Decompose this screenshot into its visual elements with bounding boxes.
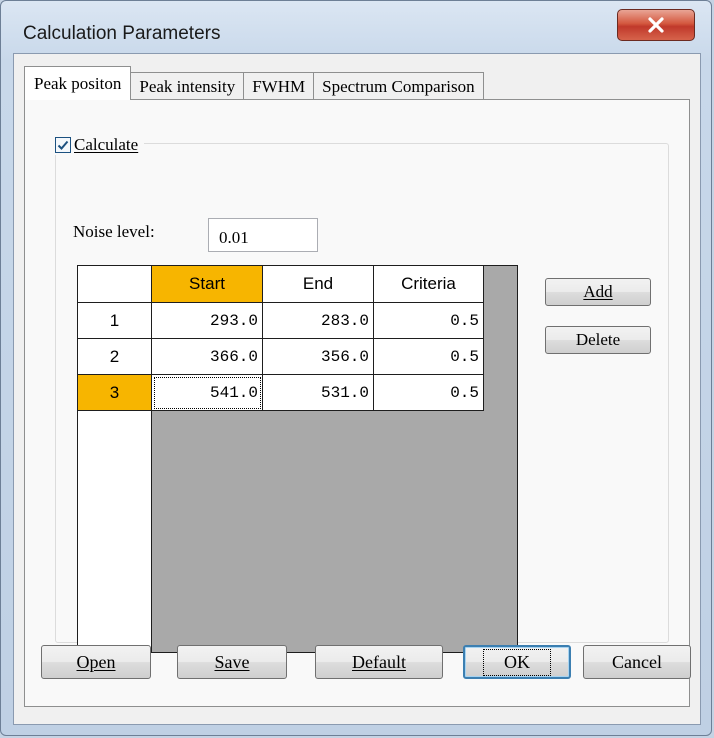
open-button-label: Open	[76, 651, 116, 672]
add-button-label: Add	[583, 282, 613, 301]
column-header-criteria[interactable]: Criteria	[374, 266, 484, 303]
tab-spectrum-comparison[interactable]: Spectrum Comparison	[313, 72, 484, 100]
close-button[interactable]	[617, 9, 695, 41]
table-cell-criteria[interactable]: 0.5	[374, 339, 484, 375]
default-button[interactable]: Default	[315, 645, 443, 679]
table-corner-cell[interactable]	[78, 266, 152, 303]
noise-level-label: Noise level:	[73, 222, 155, 241]
row-header-selected[interactable]: 3	[78, 375, 152, 411]
table-cell-criteria[interactable]: 0.5	[374, 375, 484, 411]
table-cell-end[interactable]: 283.0	[263, 303, 374, 339]
calculate-checkbox[interactable]	[55, 137, 71, 153]
row-header[interactable]: 1	[78, 303, 152, 339]
peak-position-panel: Calculate Noise level: Start End Criteri…	[24, 99, 690, 707]
ok-button[interactable]: OK	[463, 645, 571, 679]
row-header[interactable]: 2	[78, 339, 152, 375]
cancel-button-label: Cancel	[612, 651, 662, 672]
tab-peak-position[interactable]: Peak positon	[24, 66, 132, 100]
table-cell-start-focused[interactable]: 541.0	[152, 375, 263, 411]
delete-button-label: Delete	[575, 330, 621, 349]
window-title: Calculation Parameters	[23, 23, 221, 44]
row-header-empty-area	[78, 411, 152, 652]
save-button[interactable]: Save	[177, 645, 287, 679]
table-cell-start[interactable]: 293.0	[152, 303, 263, 339]
table-cell-end[interactable]: 356.0	[263, 339, 374, 375]
column-header-end[interactable]: End	[263, 266, 374, 303]
table-cell-end[interactable]: 531.0	[263, 375, 374, 411]
dialog-client-area: Peak positon Peak intensity FWHM Spectru…	[13, 53, 701, 725]
default-button-label: Default	[352, 651, 406, 672]
noise-level-input[interactable]	[208, 218, 318, 252]
calculate-label: Calculate	[74, 135, 139, 154]
tab-peak-intensity[interactable]: Peak intensity	[130, 72, 245, 100]
close-icon	[648, 17, 664, 33]
ok-button-label: OK	[483, 648, 551, 676]
noise-level-row: Noise level:	[73, 222, 155, 242]
tab-strip: Peak positon Peak intensity FWHM Spectru…	[24, 66, 484, 100]
add-button[interactable]: Add	[545, 278, 651, 306]
calculate-row[interactable]: Calculate	[55, 135, 145, 155]
title-bar[interactable]: Calculation Parameters	[1, 1, 711, 51]
cancel-button[interactable]: Cancel	[583, 645, 691, 679]
delete-button[interactable]: Delete	[545, 326, 651, 354]
peak-range-table: Start End Criteria 1 293.0 283.0 0.5 2 3…	[77, 265, 518, 653]
tab-fwhm[interactable]: FWHM	[243, 72, 315, 100]
calculation-parameters-dialog: Calculation Parameters Peak positon Peak…	[0, 0, 712, 736]
table-cell-criteria[interactable]: 0.5	[374, 303, 484, 339]
column-header-start[interactable]: Start	[152, 266, 263, 303]
save-button-label: Save	[214, 651, 250, 672]
open-button[interactable]: Open	[41, 645, 151, 679]
table-cell-start[interactable]: 366.0	[152, 339, 263, 375]
checkmark-icon	[57, 140, 69, 150]
